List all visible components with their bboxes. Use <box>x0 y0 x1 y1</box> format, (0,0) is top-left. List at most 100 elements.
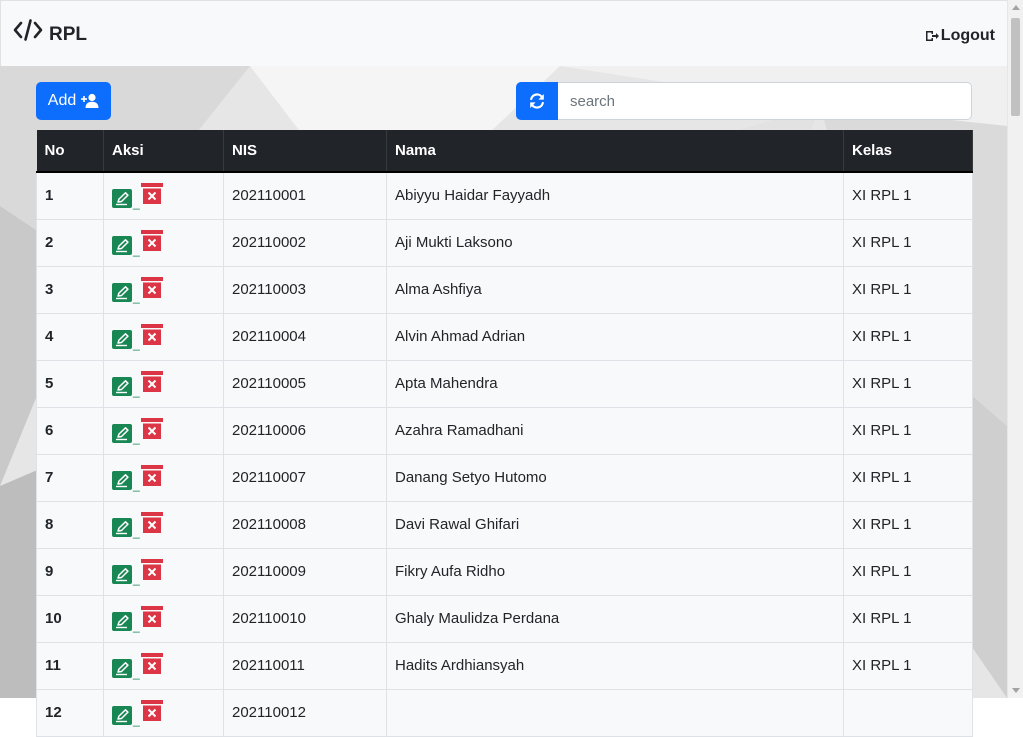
table-row: 11 _ 202110011 Hadits Ardhiansyah XI RPL 1 <box>36 642 973 690</box>
table-row: 7 _ 202110007 Danang Setyo Hutomo XI RPL 1 <box>36 454 973 502</box>
action-separator: _ <box>133 243 140 257</box>
cell-nis: 202110006 <box>223 407 387 455</box>
cell-kelas: XI RPL 1 <box>843 313 973 361</box>
cell-nama: Fikry Aufa Ridho <box>386 548 844 596</box>
edit-icon[interactable] <box>112 189 132 209</box>
table-row: 3 _ 202110003 Alma Ashfiya XI RPL 1 <box>36 266 973 314</box>
scroll-down-icon[interactable] <box>1012 688 1020 693</box>
edit-icon[interactable] <box>112 471 132 490</box>
edit-icon[interactable] <box>112 283 132 302</box>
cell-nis: 202110001 <box>223 172 387 220</box>
table-body: 1 _ 202110001 Abiyyu Haidar Fayyadh XI RPL 1… <box>36 172 973 737</box>
action-group: _ <box>112 277 215 303</box>
delete-icon[interactable] <box>140 465 163 490</box>
cell-kelas: XI RPL 1 <box>843 407 973 455</box>
scrollbar[interactable] <box>1007 0 1023 698</box>
cell-nis: 202110009 <box>223 548 387 596</box>
cell-kelas: XI RPL 1 <box>843 595 973 643</box>
action-separator: _ <box>133 196 140 211</box>
cell-kelas: XI RPL 1 <box>843 172 973 220</box>
cell-kelas: XI RPL 1 <box>843 360 973 408</box>
navbar: RPL Logout <box>0 0 1007 66</box>
cell-nis: 202110003 <box>223 266 387 314</box>
cell-no: 8 <box>36 501 104 549</box>
action-separator: _ <box>133 431 140 445</box>
cell-nama: Azahra Ramadhani <box>386 407 844 455</box>
cell-kelas: XI RPL 1 <box>843 454 973 502</box>
cell-no: 12 <box>36 689 104 737</box>
delete-icon[interactable] <box>140 324 163 349</box>
cell-nama: Aji Mukti Laksono <box>386 219 844 267</box>
logout-button[interactable]: Logout <box>925 27 995 45</box>
cell-aksi: _ <box>103 219 224 267</box>
delete-icon[interactable] <box>140 512 163 537</box>
cell-no: 10 <box>36 595 104 643</box>
add-button[interactable]: Add <box>36 82 111 120</box>
edit-icon[interactable] <box>112 612 132 631</box>
delete-icon[interactable] <box>140 559 163 584</box>
action-group: _ <box>112 653 215 680</box>
cell-no: 7 <box>36 454 104 502</box>
delete-icon[interactable] <box>140 653 163 678</box>
edit-icon[interactable] <box>112 330 132 349</box>
refresh-button[interactable] <box>516 82 558 120</box>
brand-name: RPL <box>49 24 87 45</box>
edit-icon[interactable] <box>112 706 132 725</box>
cell-nis: 202110007 <box>223 454 387 502</box>
cell-aksi: _ <box>103 454 224 502</box>
delete-icon[interactable] <box>140 371 163 396</box>
cell-no: 11 <box>36 642 104 690</box>
cell-aksi: _ <box>103 548 224 596</box>
code-icon <box>13 19 43 41</box>
logout-icon <box>925 31 939 41</box>
action-group: _ <box>112 559 215 586</box>
cell-kelas: XI RPL 1 <box>843 501 973 549</box>
action-separator: _ <box>133 337 140 351</box>
cell-aksi: _ <box>103 689 224 737</box>
cell-kelas: XI RPL 1 <box>843 548 973 596</box>
cell-nama: Apta Mahendra <box>386 360 844 408</box>
scroll-up-icon[interactable] <box>1012 5 1020 10</box>
cell-kelas <box>843 689 973 737</box>
edit-icon[interactable] <box>112 518 132 537</box>
cell-kelas: XI RPL 1 <box>843 642 973 690</box>
action-group: _ <box>112 606 215 633</box>
edit-icon[interactable] <box>112 377 132 396</box>
delete-icon[interactable] <box>140 418 163 443</box>
cell-nis: 202110005 <box>223 360 387 408</box>
cell-kelas: XI RPL 1 <box>843 219 973 267</box>
action-group: _ <box>112 324 215 351</box>
cell-aksi: _ <box>103 266 224 314</box>
action-separator: _ <box>133 572 140 586</box>
search-input[interactable] <box>558 82 972 120</box>
delete-icon[interactable] <box>140 606 163 631</box>
delete-icon[interactable] <box>140 230 163 255</box>
brand[interactable]: RPL <box>13 19 87 45</box>
cell-nama: Hadits Ardhiansyah <box>386 642 844 690</box>
cell-nis: 202110012 <box>223 689 387 737</box>
cell-aksi: _ <box>103 172 224 220</box>
edit-icon[interactable] <box>112 659 132 678</box>
cell-nama: Alma Ashfiya <box>386 266 844 314</box>
delete-icon[interactable] <box>140 183 163 208</box>
action-separator: _ <box>133 478 140 492</box>
action-separator: _ <box>133 619 140 633</box>
action-group: _ <box>112 465 215 492</box>
cell-no: 4 <box>36 313 104 361</box>
cell-aksi: _ <box>103 313 224 361</box>
delete-icon[interactable] <box>140 277 163 302</box>
edit-icon[interactable] <box>112 236 132 255</box>
header-nama: Nama <box>386 130 844 173</box>
user-plus-icon <box>81 93 99 108</box>
action-separator: _ <box>133 713 140 727</box>
cell-no: 6 <box>36 407 104 455</box>
edit-icon[interactable] <box>112 565 132 584</box>
cell-no: 2 <box>36 219 104 267</box>
search-group <box>516 82 972 120</box>
edit-icon[interactable] <box>112 424 132 443</box>
delete-icon[interactable] <box>140 700 163 725</box>
cell-nis: 202110004 <box>223 313 387 361</box>
action-separator: _ <box>133 666 140 680</box>
scroll-thumb[interactable] <box>1011 18 1020 116</box>
header-no: No <box>36 130 104 173</box>
